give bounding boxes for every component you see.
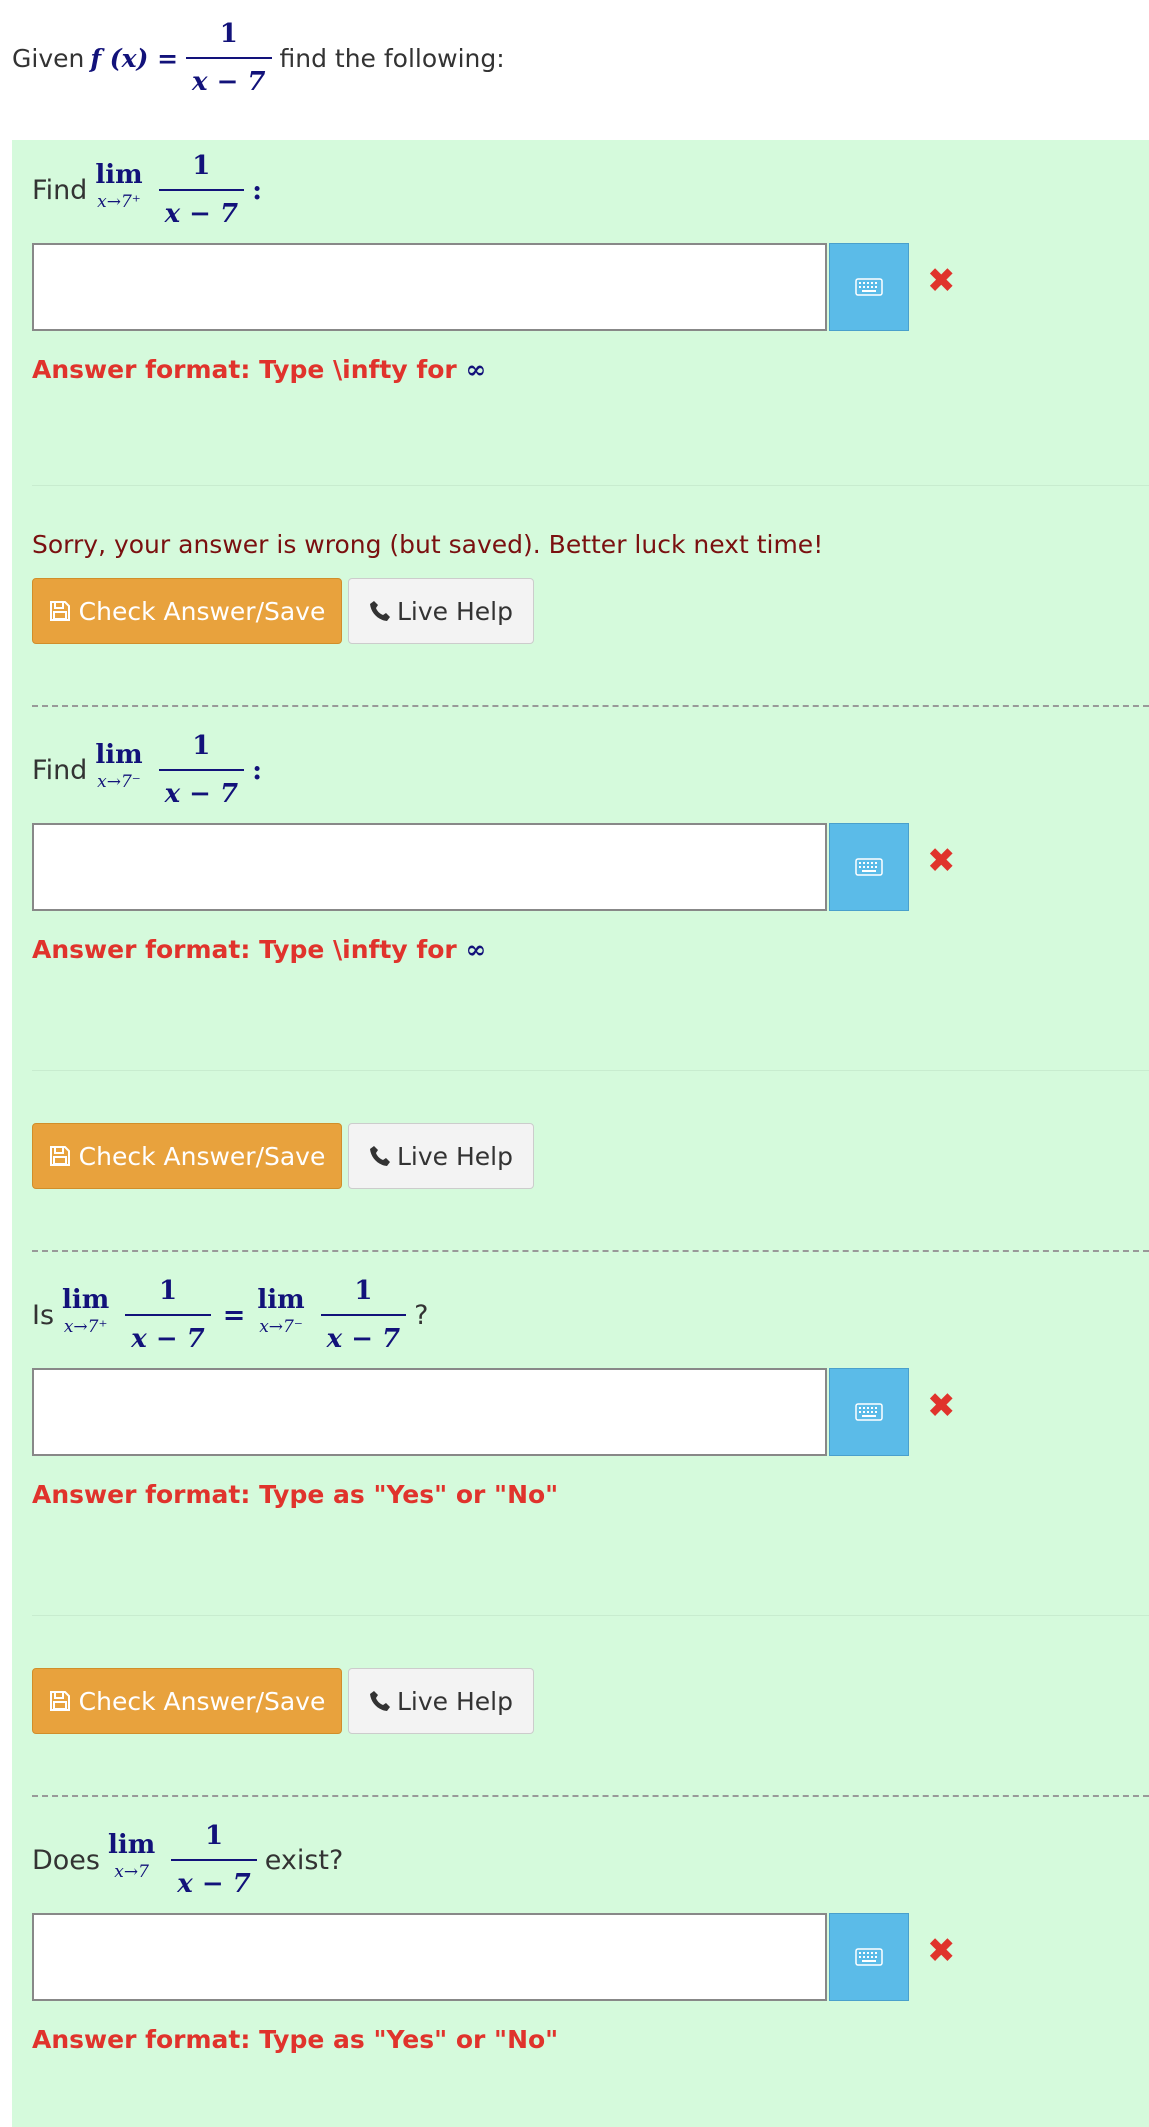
question-2: Find lim x→7⁻ 1 x − 7 : ✖ Answer format:… [32,725,1149,1189]
floppy-icon [49,601,70,621]
section-divider [32,485,1149,486]
question-4: Does lim x→7 1 x − 7 exist? ✖ Answer for… [32,1815,1149,2054]
live-help-button[interactable]: Live Help [348,578,534,644]
answer-input-4[interactable] [32,1913,827,2001]
math-keyboard-button-2[interactable] [829,823,909,911]
phone-icon [370,601,390,621]
intro-fraction: 1 x − 7 [186,19,272,97]
live-help-button[interactable]: Live Help [348,1668,534,1734]
answer-row-1: ✖ [32,243,1149,335]
keyboard-icon [855,1948,883,1966]
answer-input-1[interactable] [32,243,827,331]
live-help-button[interactable]: Live Help [348,1123,534,1189]
wrong-answer-icon: ✖ [927,841,956,881]
limit-fraction-2: 1 x − 7 [320,1276,407,1354]
wrong-answer-icon: ✖ [927,1386,956,1426]
math-keyboard-button-3[interactable] [829,1368,909,1456]
wrong-answer-icon: ✖ [927,1931,956,1971]
section-divider [32,1070,1149,1071]
math-keyboard-button-1[interactable] [829,243,909,331]
button-group-3: Check Answer/Save Live Help [32,1668,534,1734]
keyboard-icon [855,1403,883,1421]
feedback-message: Sorry, your answer is wrong (but saved).… [32,530,824,559]
answer-input-2[interactable] [32,823,827,911]
phone-icon [370,1146,390,1166]
answer-format-1: Answer format: Type \infty for ∞ [32,355,487,384]
intro-suffix: find the following: [279,43,505,73]
limit-fraction: 1 x − 7 [125,1276,211,1354]
question-4-text: Does lim x→7 1 x − 7 exist? [32,1821,344,1899]
problem-statement: Given f (x) = 1 x − 7 find the following… [12,18,505,98]
question-panel: Find lim x→7⁺ 1 x − 7 : ✖ Answer format:… [12,140,1149,2127]
question-1: Find lim x→7⁺ 1 x − 7 : ✖ Answer format:… [32,140,1149,644]
answer-format-2: Answer format: Type \infty for ∞ [32,935,487,964]
answer-row-3: ✖ [32,1368,1149,1460]
limit-fraction: 1 x − 7 [158,731,245,809]
check-answer-button[interactable]: Check Answer/Save [32,1668,342,1734]
intro-function: f (x) = [90,43,179,73]
limit-operator: lim x→7⁻ [95,740,143,792]
limit-fraction: 1 x − 7 [171,1821,257,1899]
limit-operator: lim x→7⁺ [95,160,143,212]
section-divider [32,1615,1149,1616]
intro-given: Given [12,43,85,73]
question-3: Is lim x→7⁺ 1 x − 7 = lim x→7⁻ 1 x − 7 ? [32,1270,1149,1734]
keyboard-icon [855,278,883,296]
limit-operator: lim x→7⁺ [62,1285,110,1337]
question-3-text: Is lim x→7⁺ 1 x − 7 = lim x→7⁻ 1 x − 7 ? [32,1276,429,1354]
button-group-1: Check Answer/Save Live Help [32,578,534,644]
answer-row-2: ✖ [32,823,1149,915]
question-separator [32,1795,1149,1797]
answer-format-4: Answer format: Type as "Yes" or "No" [32,2025,559,2054]
question-2-text: Find lim x→7⁻ 1 x − 7 : [32,731,263,809]
keyboard-icon [855,858,883,876]
check-answer-button[interactable]: Check Answer/Save [32,1123,342,1189]
limit-operator: lim x→7 [108,1830,156,1882]
floppy-icon [49,1691,70,1711]
phone-icon [370,1691,390,1711]
math-keyboard-button-4[interactable] [829,1913,909,2001]
question-separator [32,705,1149,707]
button-group-2: Check Answer/Save Live Help [32,1123,534,1189]
question-separator [32,1250,1149,1252]
answer-format-3: Answer format: Type as "Yes" or "No" [32,1480,559,1509]
answer-row-4: ✖ [32,1913,1149,2005]
question-1-text: Find lim x→7⁺ 1 x − 7 : [32,151,263,229]
wrong-answer-icon: ✖ [927,261,956,301]
limit-operator-2: lim x→7⁻ [257,1285,305,1337]
limit-fraction: 1 x − 7 [158,151,245,229]
answer-input-3[interactable] [32,1368,827,1456]
floppy-icon [49,1146,70,1166]
check-answer-button[interactable]: Check Answer/Save [32,578,342,644]
